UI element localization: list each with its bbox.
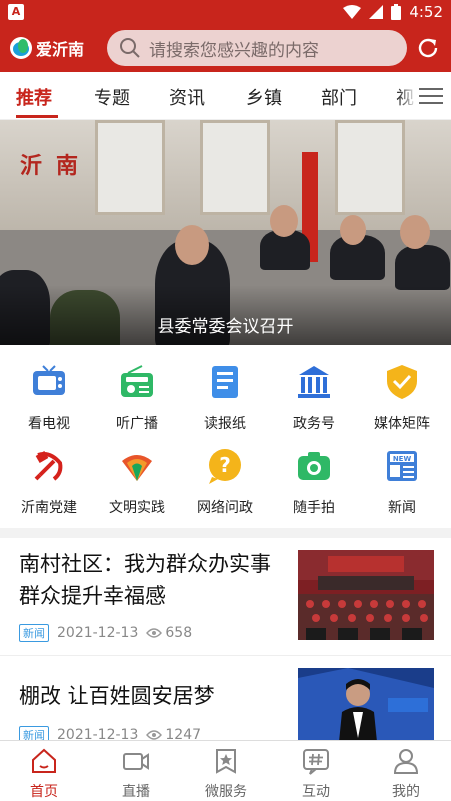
search-input[interactable]: 请搜索您感兴趣的内容	[107, 30, 407, 66]
radio-icon	[121, 365, 153, 397]
function-grid: 看电视 听广播 读报纸 政务号 媒体矩阵 沂南党建 文明实践 ? 网络问政 随手…	[0, 345, 451, 525]
grid-label: 看电视	[28, 416, 70, 432]
grid-label: 网络问政	[197, 500, 253, 516]
question-icon: ?	[209, 449, 241, 484]
news-item[interactable]: 南村社区：我为群众办实事 群众提升幸福感 新闻 2021-12-13 658	[0, 538, 451, 656]
nav-label: 我的	[392, 784, 420, 800]
logo-icon	[10, 37, 32, 59]
news-title: 棚改 让百姓圆安居梦	[19, 684, 215, 708]
nav-label: 互动	[302, 784, 330, 800]
wifi-icon	[343, 5, 362, 19]
news-thumbnail	[298, 550, 434, 640]
party-emblem-icon	[34, 451, 63, 481]
shield-check-icon	[387, 365, 417, 399]
grid-label: 文明实践	[109, 500, 165, 516]
battery-icon	[391, 4, 402, 20]
news-date: 2021-12-13	[57, 625, 139, 641]
signal-icon	[369, 5, 384, 19]
nav-label: 微服务	[205, 784, 247, 800]
bottom-navigation: 首页 直播 微服务 互动 我的	[0, 740, 451, 800]
grid-label: 读报纸	[204, 416, 246, 432]
grid-item-radio[interactable]: 听广播	[92, 363, 182, 433]
grid-item-civilization-practice[interactable]: 文明实践	[92, 447, 182, 517]
clock: 4:52	[409, 3, 443, 21]
tab-topics[interactable]: 专题	[94, 84, 130, 110]
news-title: 南村社区：我为群众办实事 群众提升幸福感	[19, 552, 271, 608]
grid-item-gov-account[interactable]: 政务号	[269, 363, 359, 433]
video-camera-icon	[123, 753, 149, 770]
grid-item-newspaper[interactable]: 读报纸	[180, 363, 270, 433]
grid-item-snapshot[interactable]: 随手拍	[269, 447, 359, 517]
grid-item-tv[interactable]: 看电视	[4, 363, 94, 433]
nav-profile[interactable]: 我的	[376, 747, 436, 801]
app-header: 爱沂南 请搜索您感兴趣的内容	[0, 24, 451, 72]
eye-icon	[146, 628, 163, 638]
banner-sign: 沂南	[20, 153, 93, 179]
nav-home[interactable]: 首页	[14, 747, 74, 801]
nav-microservice[interactable]: 微服务	[196, 747, 256, 801]
app-name: 爱沂南	[36, 40, 85, 59]
grid-label: 沂南党建	[21, 500, 77, 516]
banner-carousel[interactable]: 沂南 县委常委会议召开	[0, 120, 451, 345]
grid-label: 媒体矩阵	[374, 416, 430, 432]
search-icon	[120, 38, 140, 58]
tv-icon	[33, 365, 65, 395]
nav-live[interactable]: 直播	[106, 747, 166, 801]
grid-item-media-matrix[interactable]: 媒体矩阵	[357, 363, 447, 433]
view-count: 658	[146, 625, 192, 641]
grid-item-news[interactable]: NEW 新闻	[357, 447, 447, 517]
grid-item-party-building[interactable]: 沂南党建	[4, 447, 94, 517]
grid-label: 听广播	[116, 416, 158, 432]
section-divider	[0, 528, 451, 538]
camera-icon	[298, 452, 330, 480]
nav-label: 直播	[122, 784, 150, 800]
user-icon	[393, 749, 419, 774]
tab-departments[interactable]: 部门	[321, 84, 357, 110]
tab-recommend[interactable]: 推荐	[16, 84, 52, 110]
menu-icon[interactable]	[419, 88, 443, 106]
category-tabs: 推荐 专题 资讯 乡镇 部门 视	[0, 72, 451, 120]
view-count-value: 658	[165, 625, 193, 641]
tab-news[interactable]: 资讯	[169, 84, 205, 110]
tab-towns[interactable]: 乡镇	[246, 84, 282, 110]
banner-caption: 县委常委会议召开	[157, 317, 294, 337]
peacock-icon	[122, 455, 152, 481]
category-badge: 新闻	[19, 624, 49, 642]
svg-text:NEW: NEW	[393, 455, 412, 463]
search-placeholder: 请搜索您感兴趣的内容	[149, 40, 319, 61]
active-tab-indicator	[16, 115, 58, 118]
home-icon	[32, 748, 56, 773]
news-meta: 新闻 2021-12-13 658	[19, 624, 192, 642]
star-badge-icon	[216, 749, 236, 774]
app-logo[interactable]: 爱沂南	[10, 36, 84, 60]
news-icon: NEW	[387, 451, 417, 481]
nav-interaction[interactable]: 互动	[286, 747, 346, 801]
status-bar: A 4:52	[0, 0, 451, 24]
grid-label: 新闻	[388, 500, 416, 516]
hashtag-icon	[303, 749, 329, 775]
grid-label: 随手拍	[293, 500, 335, 516]
news-item[interactable]: 棚改 让百姓圆安居梦 新闻 2021-12-13 1247	[0, 656, 451, 752]
grid-label: 政务号	[293, 416, 335, 432]
svg-text:?: ?	[219, 453, 231, 477]
government-building-icon	[298, 366, 330, 398]
notification-badge: A	[8, 4, 24, 20]
refresh-icon[interactable]	[415, 35, 441, 61]
nav-label: 首页	[30, 784, 58, 800]
newspaper-icon	[212, 366, 238, 398]
grid-item-online-inquiry[interactable]: ? 网络问政	[180, 447, 270, 517]
